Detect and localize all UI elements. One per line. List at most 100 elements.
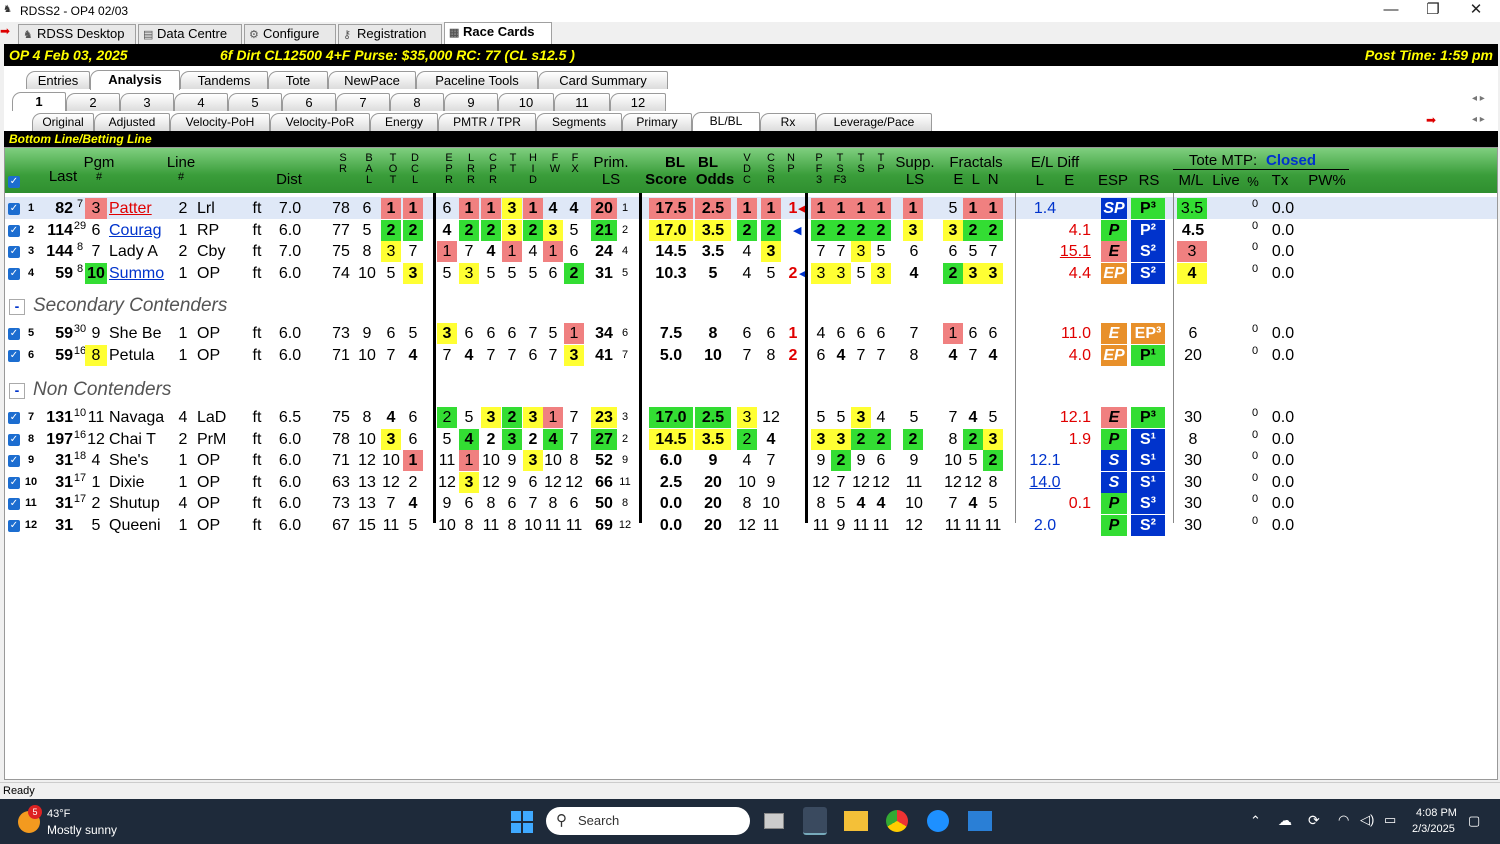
race-tab-11[interactable]: 11 — [554, 93, 610, 111]
collapse-button[interactable]: - — [9, 299, 25, 315]
table-cell[interactable]: Summo — [109, 263, 165, 284]
race-tab-1[interactable]: 1 — [12, 92, 66, 111]
scroll-arrows-icon-2[interactable]: ◂ ▸ — [1472, 114, 1485, 125]
help-icon[interactable] — [927, 810, 949, 832]
table-cell: 8 — [569, 452, 579, 469]
table-cell[interactable]: She's — [109, 450, 165, 471]
temperature: 43°F — [47, 808, 71, 820]
tab-card-summary[interactable]: Card Summary — [538, 71, 668, 89]
file-explorer-icon[interactable] — [844, 811, 868, 831]
tab-leverage-pace[interactable]: Leverage/Pace — [816, 113, 932, 131]
row-checkbox[interactable]: ✓ — [8, 498, 20, 510]
table-cell: OP — [197, 265, 221, 282]
tab-newpace[interactable]: NewPace — [328, 71, 416, 89]
table-cell: 11 — [619, 476, 631, 488]
row-checkbox[interactable]: ✓ — [8, 225, 20, 237]
table-cell[interactable]: She Be — [109, 323, 165, 344]
row-checkbox[interactable]: ✓ — [8, 350, 20, 362]
table-cell[interactable]: Navaga — [109, 407, 165, 428]
tab-registration[interactable]: ⚷ Registration — [338, 24, 442, 44]
table-cell: 6 — [569, 243, 579, 260]
race-tab-8[interactable]: 8 — [390, 93, 444, 111]
row-checkbox[interactable]: ✓ — [8, 328, 20, 340]
tab-bl-bl[interactable]: BL/BL — [692, 112, 760, 131]
notification-icon[interactable]: ▢ — [1468, 813, 1480, 829]
tab-velocity-poh[interactable]: Velocity-PoH — [170, 113, 270, 131]
clock-date[interactable]: 2/3/2025 — [1412, 823, 1455, 835]
row-checkbox[interactable]: ✓ — [8, 455, 20, 467]
table-cell: 8 — [464, 517, 474, 534]
tab-original[interactable]: Original — [32, 113, 94, 131]
race-tab-12[interactable]: 12 — [610, 93, 666, 111]
table-cell: 3 — [851, 241, 871, 262]
tab-adjusted[interactable]: Adjusted — [94, 113, 170, 131]
tab-analysis[interactable]: Analysis — [90, 70, 180, 90]
tab-tote[interactable]: Tote — [268, 71, 328, 89]
row-checkbox[interactable]: ✓ — [8, 203, 20, 215]
battery-icon[interactable]: ▭ — [1384, 812, 1396, 828]
task-view-icon[interactable] — [764, 813, 784, 829]
race-tab-7[interactable]: 7 — [336, 93, 390, 111]
search-box[interactable]: ⚲ Search — [546, 807, 750, 835]
row-checkbox[interactable]: ✓ — [8, 477, 20, 489]
table-cell[interactable]: Chai T — [109, 429, 165, 450]
row-checkbox[interactable]: ✓ — [8, 520, 20, 532]
restore-button[interactable]: ❐ — [1412, 0, 1454, 22]
clock-time[interactable]: 4:08 PM — [1416, 807, 1457, 819]
tab-entries[interactable]: Entries — [26, 71, 90, 89]
tab-configure[interactable]: ⚙ Configure — [244, 24, 336, 44]
wifi-icon[interactable]: ◠ — [1338, 812, 1349, 828]
table-cell[interactable]: Shutup — [109, 493, 165, 514]
tab-tandems[interactable]: Tandems — [180, 71, 268, 89]
table-cell[interactable]: Courag — [109, 220, 165, 241]
collapse-button[interactable]: - — [9, 383, 25, 399]
table-cell[interactable]: Patter — [109, 198, 165, 219]
table-cell[interactable]: Queeni — [109, 515, 165, 536]
race-tab-2[interactable]: 2 — [66, 93, 120, 111]
table-cell: 4 — [988, 347, 998, 364]
chrome-icon[interactable] — [886, 810, 908, 832]
app-icon-2[interactable] — [968, 811, 992, 831]
race-tab-4[interactable]: 4 — [174, 93, 228, 111]
tab-energy[interactable]: Energy — [370, 113, 438, 131]
select-all-checkbox[interactable]: ✓ — [8, 176, 20, 188]
scroll-arrows-icon[interactable]: ◂ ▸ — [1472, 93, 1485, 104]
race-tab-9[interactable]: 9 — [444, 93, 498, 111]
rdss-taskbar-icon[interactable] — [803, 807, 827, 835]
windows-start-icon[interactable] — [511, 811, 533, 833]
export-icon[interactable]: ➡ — [1426, 113, 1436, 127]
table-cell[interactable]: Dixie — [109, 472, 165, 493]
sync-icon[interactable]: ⟳ — [1308, 812, 1320, 829]
tab-velocity-por[interactable]: Velocity-PoR — [270, 113, 370, 131]
tab-race-cards[interactable]: ▦ Race Cards — [444, 22, 552, 44]
tab-pmtr-tpr[interactable]: PMTR / TPR — [438, 113, 536, 131]
row-checkbox[interactable]: ✓ — [8, 268, 20, 280]
row-checkbox[interactable]: ✓ — [8, 412, 20, 424]
table-cell[interactable]: Petula — [109, 345, 165, 366]
close-button[interactable]: ✕ — [1455, 0, 1497, 22]
tab-data-centre[interactable]: ▤ Data Centre — [138, 24, 242, 44]
table-cell: 0.0 — [1271, 200, 1295, 217]
tab-rdss-desktop[interactable]: ♞ RDSS Desktop — [18, 24, 136, 44]
race-tab-6[interactable]: 6 — [282, 93, 336, 111]
race-tab-3[interactable]: 3 — [120, 93, 174, 111]
table-cell: 12 — [762, 409, 780, 426]
row-checkbox[interactable]: ✓ — [8, 246, 20, 258]
tray-chevron-icon[interactable]: ⌃ — [1250, 813, 1261, 829]
minimize-button[interactable]: — — [1370, 0, 1412, 22]
race-tab-10[interactable]: 10 — [498, 93, 554, 111]
tab-segments[interactable]: Segments — [536, 113, 622, 131]
race-tab-5[interactable]: 5 — [228, 93, 282, 111]
row-checkbox[interactable]: ✓ — [8, 434, 20, 446]
volume-icon[interactable]: ◁) — [1360, 812, 1374, 828]
tab-primary[interactable]: Primary — [622, 113, 692, 131]
table-cell[interactable]: Lady A — [109, 241, 165, 262]
tab-rx[interactable]: Rx — [760, 113, 816, 131]
table-cell: OP — [197, 495, 221, 512]
table-cell: 23 — [591, 407, 617, 428]
table-cell: 6 — [486, 325, 496, 342]
tab-paceline-tools[interactable]: Paceline Tools — [416, 71, 538, 89]
table-cell: 6 — [362, 200, 372, 217]
onedrive-icon[interactable]: ☁ — [1278, 812, 1292, 829]
table-cell: 1 — [543, 407, 563, 428]
